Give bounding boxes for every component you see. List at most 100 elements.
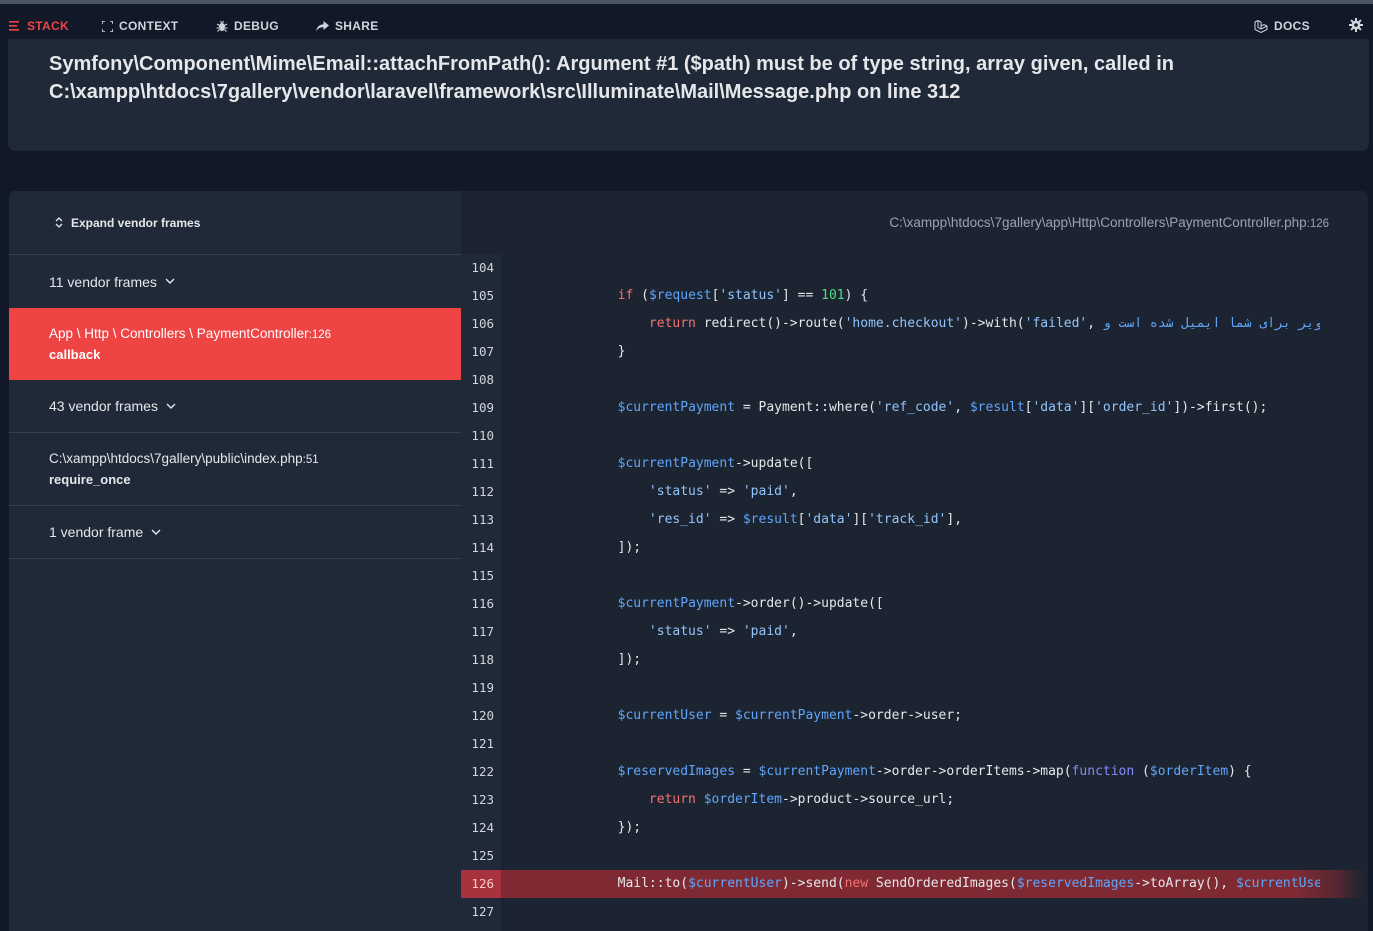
line-number: 114	[471, 540, 494, 555]
code-line: 125	[461, 842, 1368, 870]
chevron-down-icon	[165, 278, 175, 284]
app-frame-line: 126	[311, 329, 331, 341]
code-line: 120 $currentUser = $currentPayment->orde…	[461, 702, 1368, 730]
line-source: $currentPayment = Payment::where('ref_co…	[617, 400, 1268, 415]
line-source: });	[555, 820, 642, 835]
tab-debug[interactable]: DEBUG	[216, 18, 279, 34]
code-line: 106 return redirect()->route('home.check…	[461, 310, 1368, 338]
code-line: 104	[461, 254, 1368, 282]
line-number: 123	[471, 792, 494, 807]
line-source: $currentPayment->update([	[617, 456, 814, 471]
code-line: 124 });	[461, 814, 1368, 842]
settings-button[interactable]	[1349, 17, 1363, 33]
code-file-header[interactable]: C:\xampp\htdocs\7gallery\app\Http\Contro…	[889, 215, 1329, 230]
code-line: 108	[461, 366, 1368, 394]
code-file-path: C:\xampp\htdocs\7gallery\app\Http\Contro…	[889, 215, 1307, 230]
code-line: 114 ]);	[461, 534, 1368, 562]
code-viewer: C:\xampp\htdocs\7gallery\app\Http\Contro…	[461, 191, 1368, 931]
code-line: 112 'status' => 'paid',	[461, 478, 1368, 506]
code-line-highlighted: 126 Mail::to($currentUser)->send(new Sen…	[461, 870, 1368, 898]
line-number: 107	[471, 344, 494, 359]
tab-share-label: SHARE	[335, 19, 379, 33]
code-line: 109 $currentPayment = Payment::where('re…	[461, 394, 1368, 422]
tab-context-label: CONTEXT	[119, 19, 179, 33]
line-source: 'status' => 'paid',	[648, 484, 798, 499]
tab-stack-label: STACK	[27, 19, 69, 33]
top-navigation: STACK CONTEXT DEBUG SHARE DOCS	[0, 4, 1373, 45]
tab-stack[interactable]: STACK	[9, 18, 69, 34]
line-source: $reservedImages = $currentPayment->order…	[617, 764, 1252, 779]
expand-vendor-frames-label: Expand vendor frames	[71, 215, 201, 230]
code-file-line: 126	[1309, 218, 1329, 230]
line-number: 115	[471, 568, 494, 583]
exception-header: Symfony\Component\Mime\Email::attachFrom…	[9, 40, 1368, 150]
line-number: 120	[471, 708, 494, 723]
line-number: 127	[471, 904, 494, 919]
gear-icon	[1349, 18, 1363, 32]
code-fade	[1338, 254, 1368, 931]
chevron-down-icon	[151, 529, 161, 535]
line-number: 106	[471, 316, 494, 331]
vendor-frames-label: 43 vendor frames	[49, 398, 158, 414]
code-line: 107 }	[461, 338, 1368, 366]
line-number: 121	[471, 736, 494, 751]
line-number: 105	[471, 288, 494, 303]
expand-vendor-frames-button[interactable]: Expand vendor frames	[9, 191, 461, 255]
code-line: 127	[461, 898, 1368, 926]
vendor-frames-group[interactable]: 43 vendor frames	[9, 380, 461, 433]
vendor-frames-group[interactable]: 1 vendor frame	[9, 506, 461, 559]
line-number: 116	[471, 596, 494, 611]
tab-context[interactable]: CONTEXT	[102, 18, 178, 34]
vendor-frames-group[interactable]: 11 vendor frames	[9, 255, 461, 309]
line-number: 119	[471, 680, 494, 695]
line-number: 104	[471, 260, 494, 275]
line-number: 108	[471, 372, 494, 387]
code-line: 113 'res_id' => $result['data']['track_i…	[461, 506, 1368, 534]
code-line: 118 ]);	[461, 646, 1368, 674]
line-number: 122	[471, 764, 494, 779]
docs-label: DOCS	[1274, 19, 1310, 33]
line-number: 112	[471, 484, 494, 499]
file-frame[interactable]: C:\xampp\htdocs\7gallery\public\index.ph…	[9, 433, 461, 506]
share-icon	[316, 20, 329, 31]
code-line: 110	[461, 422, 1368, 450]
line-source: 'status' => 'paid',	[648, 624, 798, 639]
code-line: 123 return $orderItem->product->source_u…	[461, 786, 1368, 814]
bug-icon	[216, 20, 228, 32]
line-number: 113	[471, 512, 494, 527]
line-source: 'res_id' => $result['data']['track_id'],	[648, 512, 963, 527]
code-line: 121	[461, 730, 1368, 758]
file-frame-function: require_once	[49, 472, 131, 487]
tab-debug-label: DEBUG	[234, 19, 279, 33]
line-number: 118	[471, 652, 494, 667]
exception-message: Symfony\Component\Mime\Email::attachFrom…	[49, 53, 1174, 103]
code-line: 105 if ($request['status'] == 101) {	[461, 282, 1368, 310]
chevron-up-down-icon	[55, 217, 63, 228]
stack-icon	[9, 21, 19, 31]
code-line: 116 $currentPayment->order()->update([	[461, 590, 1368, 618]
code-line: 119	[461, 674, 1368, 702]
file-frame-line: 51	[305, 454, 319, 466]
app-frame-path: App \ Http \ Controllers \ PaymentContro…	[49, 326, 309, 341]
line-number: 124	[471, 820, 494, 835]
frames-list: Expand vendor frames 11 vendor frames Ap…	[9, 191, 461, 931]
app-frame-function: callback	[49, 347, 101, 362]
line-number: 117	[471, 624, 494, 639]
line-number: 109	[471, 400, 494, 415]
docs-link[interactable]: DOCS	[1254, 18, 1310, 34]
line-source: return redirect()->route('home.checkout'…	[648, 316, 1320, 331]
stack-trace-panel: Expand vendor frames 11 vendor frames Ap…	[9, 191, 1368, 931]
line-source: $currentPayment->order()->update([	[617, 596, 884, 611]
file-frame-path: C:\xampp\htdocs\7gallery\public\index.ph…	[49, 451, 303, 466]
line-source: return $orderItem->product->source_url;	[648, 792, 955, 807]
line-source: ]);	[555, 652, 642, 667]
line-number: 126	[471, 876, 494, 891]
expand-icon	[102, 20, 113, 32]
tab-share[interactable]: SHARE	[316, 18, 379, 34]
code-line: 122 $reservedImages = $currentPayment->o…	[461, 758, 1368, 786]
line-source: ]);	[555, 540, 642, 555]
line-number: 111	[471, 456, 494, 471]
vendor-frames-label: 1 vendor frame	[49, 524, 144, 540]
app-frame-selected[interactable]: App \ Http \ Controllers \ PaymentContro…	[9, 308, 461, 380]
line-source: }	[555, 344, 626, 359]
